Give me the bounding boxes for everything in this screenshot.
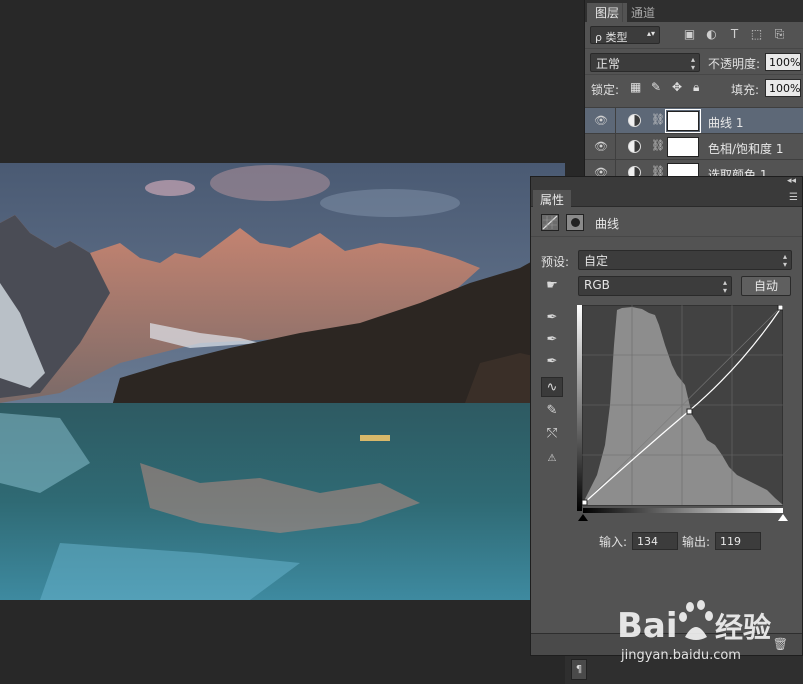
gray-point-eyedropper-icon[interactable]: ✒ (541, 330, 563, 350)
input-gradient-bar (583, 508, 783, 513)
baidu-jingyan-watermark: Bai 经验 jingyan.baidu.com (615, 597, 800, 669)
fill-field[interactable]: 100% (765, 79, 801, 97)
adjustment-layer-icon (628, 140, 641, 153)
preset-label: 预设: (541, 255, 570, 269)
white-point-slider[interactable] (778, 514, 788, 521)
baidu-jingyan-logo: Bai 经验 (617, 600, 771, 645)
output-gradient-bar (577, 305, 582, 511)
opacity-label: 不透明度: (708, 57, 761, 71)
properties-title: 曲线 (595, 217, 620, 231)
curve-point-tool-icon[interactable]: ∿ (541, 377, 563, 397)
divider (615, 160, 616, 176)
adjustment-filter-icon[interactable]: ◐ (703, 26, 720, 43)
layers-tab-bar: 图层 通道 (585, 0, 803, 22)
lock-transparent-icon[interactable]: ▦ (630, 80, 641, 94)
layer-mask-thumbnail[interactable] (667, 163, 699, 176)
shape-filter-icon[interactable]: ⬚ (748, 26, 765, 43)
layer-mask-thumbnail[interactable] (665, 109, 701, 133)
panel-menu-icon[interactable]: ☰ (789, 192, 798, 203)
white-point-eyedropper-icon[interactable]: ✒ (541, 352, 563, 372)
updown-arrow-icon: ▴▾ (646, 29, 655, 38)
curve-point-mid (686, 408, 693, 415)
curve-point-black (581, 499, 588, 506)
layer-filter-row: ρ 类型 ▴▾ ▣ ◐ T ⬚ ⎘ (585, 22, 803, 48)
image-filter-icon[interactable]: ▣ (681, 26, 698, 43)
blend-mode-select[interactable]: 正常 ▴ ▾ (590, 53, 700, 72)
output-field[interactable]: 119 (715, 532, 761, 550)
lock-brush-icon[interactable]: ✎ (651, 80, 661, 94)
layers-panel: 图层 通道 ρ 类型 ▴▾ ▣ ◐ T ⬚ ⎘ 正常 ▴ ▾ 不透明度: 100%… (584, 0, 803, 176)
watermark-url: jingyan.baidu.com (621, 648, 741, 663)
properties-panel: ◂◂ 属性 ☰ 曲线 预设: 自定 ▴ ▾ ☛ RGB ▴ ▾ 自动 ✒ ✒ ✒ ∿… (530, 176, 803, 656)
fill-label: 填充: (731, 83, 760, 97)
properties-tab-bar: 属性 ☰ (531, 189, 802, 207)
mask-icon[interactable] (566, 214, 584, 231)
lock-label: 锁定: (591, 83, 620, 97)
paragraph-panel-icon[interactable]: ¶ (571, 659, 587, 680)
layer-name: 色相/饱和度 1 (708, 142, 784, 156)
blend-mode-value: 正常 (596, 57, 621, 71)
auto-button[interactable]: 自动 (741, 276, 791, 296)
black-point-eyedropper-icon[interactable]: ✒ (541, 308, 563, 328)
visibility-eye-icon[interactable]: 👁︎ (593, 140, 609, 154)
collapse-double-arrow-icon[interactable]: ◂◂ (787, 176, 796, 186)
channel-select[interactable]: RGB ▴ ▾ (578, 276, 732, 296)
svg-text:经验: 经验 (715, 611, 771, 644)
blend-mode-row: 正常 ▴ ▾ 不透明度: 100% (585, 48, 803, 74)
layer-name: 选取颜色 1 (708, 168, 768, 176)
lock-all-icon[interactable]: 🔒︎ (693, 80, 699, 95)
opacity-field[interactable]: 100% (765, 53, 801, 71)
panel-drag-bar[interactable]: ◂◂ (531, 176, 802, 189)
updown-arrow-icon: ▴▾ (782, 252, 787, 269)
preset-select[interactable]: 自定 ▴ ▾ (578, 250, 792, 270)
layer-row-curves[interactable]: 👁︎ ⛓︎ 曲线 1 (585, 107, 803, 134)
updown-arrow-icon: ▴▾ (722, 278, 727, 295)
input-field[interactable]: 134 (632, 532, 678, 550)
visibility-eye-icon[interactable]: 👁︎ (593, 114, 609, 128)
layer-row-hue-saturation[interactable]: 👁︎ ⛓︎ 色相/饱和度 1 (585, 133, 803, 160)
layer-mask-thumbnail[interactable] (667, 137, 699, 157)
filter-type-label: ρ 类型 (595, 31, 628, 44)
adjustment-layer-icon (628, 114, 641, 127)
lock-move-icon[interactable]: ✥ (672, 80, 682, 94)
black-point-slider[interactable] (578, 514, 588, 521)
properties-header: 曲线 (531, 207, 802, 237)
curve-point-white (777, 304, 784, 311)
visibility-eye-icon[interactable]: 👁︎ (593, 166, 609, 176)
clipping-warning-icon[interactable]: ⚠ (541, 449, 563, 469)
input-label: 输入: (599, 535, 628, 549)
divider (615, 134, 616, 160)
layer-filter-type-select[interactable]: ρ 类型 ▴▾ (590, 26, 660, 44)
canvas-image (0, 163, 565, 600)
adjustment-layer-icon (628, 166, 641, 176)
output-label: 输出: (682, 535, 711, 549)
smart-object-filter-icon[interactable]: ⎘ (771, 26, 788, 43)
curves-adjustment-icon[interactable] (541, 214, 559, 231)
link-chain-icon[interactable]: ⛓︎ (651, 165, 665, 176)
link-chain-icon[interactable]: ⛓︎ (651, 139, 665, 152)
target-adjust-hand-icon[interactable]: ☛ (541, 276, 563, 296)
channel-value: RGB (584, 278, 610, 292)
layer-row-selective-color[interactable]: 👁︎ ⛓︎ 选取颜色 1 (585, 159, 803, 176)
divider (615, 108, 616, 134)
smooth-curve-icon[interactable]: ⤲ (541, 424, 563, 444)
tab-channels[interactable]: 通道 (622, 3, 663, 22)
pencil-draw-icon[interactable]: ✎ (541, 401, 563, 421)
svg-text:Bai: Bai (617, 606, 678, 645)
tab-properties[interactable]: 属性 (533, 190, 572, 207)
tab-layers[interactable]: 图层 (587, 3, 628, 22)
type-filter-icon[interactable]: T (726, 26, 743, 43)
link-chain-icon[interactable]: ⛓︎ (651, 113, 665, 126)
lock-row: 锁定: ▦ ✎ ✥ 🔒︎ 填充: 100% (585, 74, 803, 101)
preset-value: 自定 (584, 254, 609, 268)
updown-arrow-icon: ▴▾ (690, 55, 695, 72)
layer-name: 曲线 1 (708, 116, 744, 130)
curve-graph[interactable] (577, 304, 784, 513)
